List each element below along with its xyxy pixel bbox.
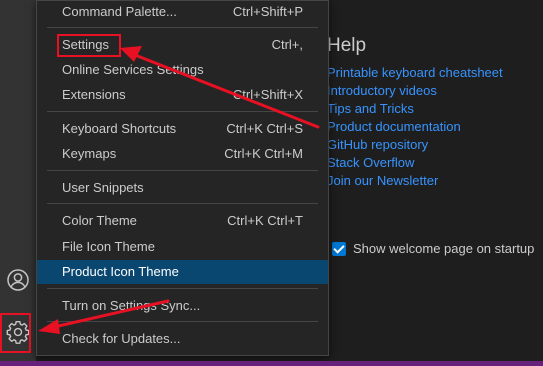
link-github-repository[interactable]: GitHub repository: [327, 136, 503, 154]
link-newsletter[interactable]: Join our Newsletter: [327, 172, 503, 190]
menu-item-user-snippets[interactable]: User Snippets: [37, 176, 328, 200]
show-on-startup-checkbox[interactable]: [332, 241, 346, 256]
menu-item-online-services-settings[interactable]: Online Services Settings: [37, 58, 328, 82]
menu-item-check-for-updates[interactable]: Check for Updates...: [37, 327, 328, 351]
settings-highlight-box: [57, 34, 121, 57]
menu-item-keymaps[interactable]: Keymaps Ctrl+K Ctrl+M: [37, 142, 328, 166]
show-on-startup-row: Show welcome page on startup: [332, 241, 534, 256]
menu-item-label: User Snippets: [62, 180, 144, 195]
manage-context-menu: Command Palette... Ctrl+Shift+P Settings…: [36, 0, 329, 356]
menu-item-label: Color Theme: [62, 213, 137, 228]
menu-separator: [47, 321, 318, 322]
menu-item-label: Extensions: [62, 87, 126, 102]
menu-item-label: Keyboard Shortcuts: [62, 121, 177, 136]
menu-item-label: File Icon Theme: [62, 239, 155, 254]
menu-item-shortcut: Ctrl+K Ctrl+T: [227, 213, 303, 228]
menu-item-file-icon-theme[interactable]: File Icon Theme: [37, 235, 328, 259]
menu-separator: [47, 111, 318, 112]
menu-item-label: Product Icon Theme: [62, 264, 179, 279]
help-links-list: Printable keyboard cheatsheet Introducto…: [327, 64, 503, 190]
menu-separator: [47, 27, 318, 28]
menu-item-command-palette[interactable]: Command Palette... Ctrl+Shift+P: [37, 0, 328, 24]
menu-item-keyboard-shortcuts[interactable]: Keyboard Shortcuts Ctrl+K Ctrl+S: [37, 117, 328, 141]
menu-separator: [47, 203, 318, 204]
link-tips-and-tricks[interactable]: Tips and Tricks: [327, 100, 503, 118]
status-bar: [0, 361, 543, 366]
menu-item-label: Check for Updates...: [62, 331, 181, 346]
link-keyboard-cheatsheet[interactable]: Printable keyboard cheatsheet: [327, 64, 503, 82]
account-icon[interactable]: [0, 262, 36, 298]
show-on-startup-label: Show welcome page on startup: [353, 241, 535, 256]
menu-item-product-icon-theme[interactable]: Product Icon Theme: [37, 260, 328, 284]
manage-icon-highlight-box: [0, 313, 31, 353]
menu-item-extensions[interactable]: Extensions Ctrl+Shift+X: [37, 83, 328, 107]
menu-item-shortcut: Ctrl+,: [271, 37, 303, 52]
activity-bar: [0, 0, 36, 361]
menu-item-label: Command Palette...: [62, 4, 177, 19]
menu-item-label: Online Services Settings: [62, 62, 204, 77]
menu-separator: [47, 170, 318, 171]
menu-item-settings-sync[interactable]: Turn on Settings Sync...: [37, 294, 328, 318]
menu-item-shortcut: Ctrl+K Ctrl+M: [224, 146, 303, 161]
menu-separator: [47, 288, 318, 289]
menu-item-shortcut: Ctrl+Shift+P: [232, 4, 303, 19]
link-stack-overflow[interactable]: Stack Overflow: [327, 154, 503, 172]
link-product-documentation[interactable]: Product documentation: [327, 118, 503, 136]
menu-item-shortcut: Ctrl+K Ctrl+S: [226, 121, 303, 136]
menu-item-color-theme[interactable]: Color Theme Ctrl+K Ctrl+T: [37, 209, 328, 233]
menu-item-label: Keymaps: [62, 146, 117, 161]
help-heading: Help: [327, 35, 367, 56]
menu-item-shortcut: Ctrl+Shift+X: [232, 87, 303, 102]
link-introductory-videos[interactable]: Introductory videos: [327, 82, 503, 100]
menu-item-label: Turn on Settings Sync...: [62, 298, 201, 313]
vscode-window: Help Printable keyboard cheatsheet Intro…: [0, 0, 543, 366]
